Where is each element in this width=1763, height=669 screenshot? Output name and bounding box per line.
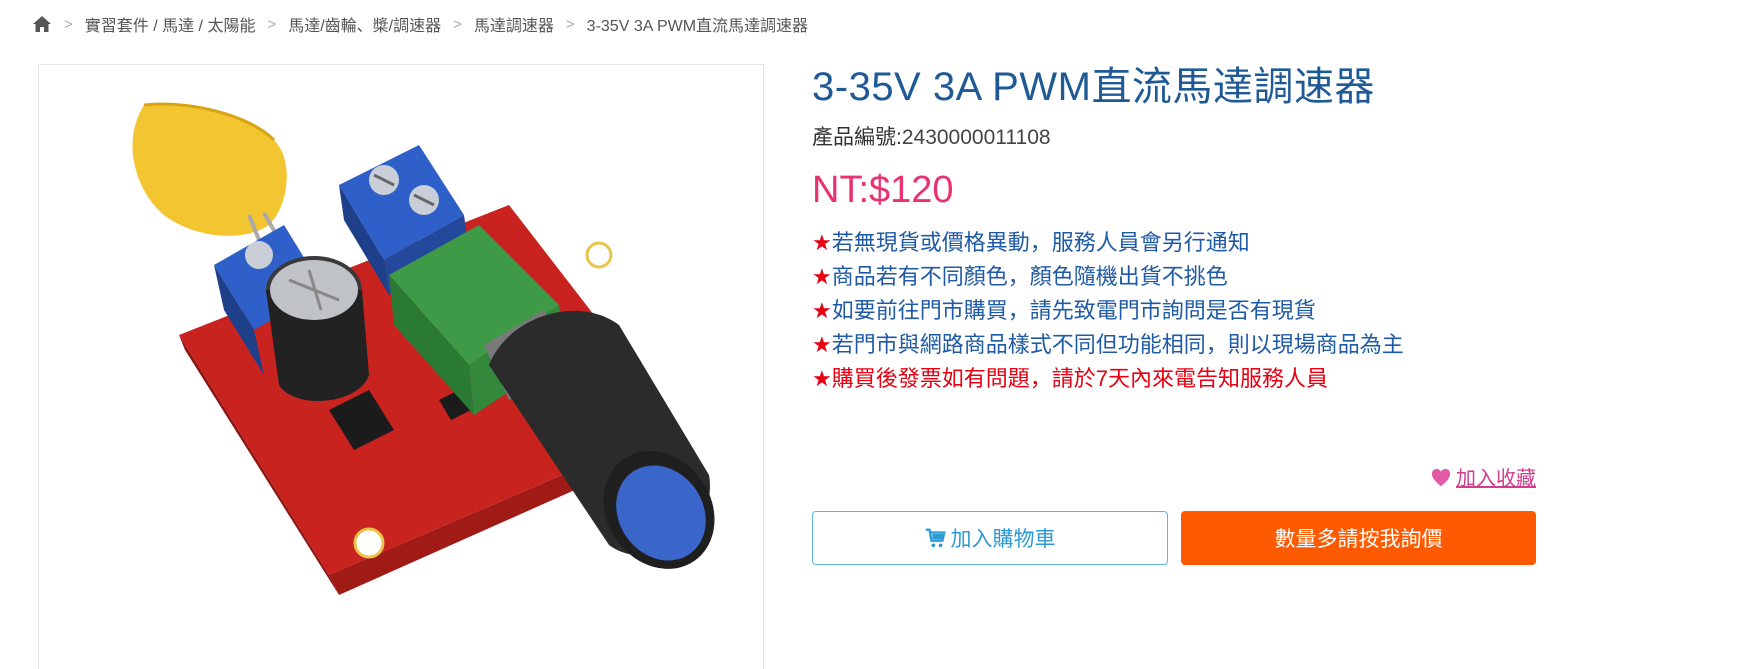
star-icon: ★ (812, 264, 832, 289)
product-sku: 產品編號:2430000011108 (812, 124, 1536, 152)
product-notes: ★若無現貨或價格異動，服務人員會另行通知 ★商品若有不同顏色，顏色隨機出貨不挑色… (812, 226, 1536, 396)
star-icon: ★ (812, 230, 832, 255)
note-text: 如要前往門市購買，請先致電門市詢問是否有現貨 (831, 298, 1316, 323)
breadcrumb-separator: > (64, 15, 73, 33)
note-item: ★購買後發票如有問題，請於7天內來電告知服務人員 (812, 362, 1536, 396)
breadcrumb-separator: > (565, 15, 575, 33)
breadcrumb-item-motor-gear[interactable]: 馬達/齒輪、槳/調速器 (288, 12, 441, 36)
bulk-inquiry-button[interactable]: 數量多請按我詢價 (1181, 511, 1536, 565)
cart-label: 加入購物車 (950, 528, 1056, 551)
breadcrumb-item-current: 3-35V 3A PWM直流馬達調速器 (586, 18, 809, 35)
star-icon: ★ (812, 298, 832, 323)
note-text: 商品若有不同顏色，顏色隨機出貨不挑色 (831, 264, 1228, 289)
favorite-label: 加入收藏 (1456, 468, 1536, 490)
sku-value: 2430000011108 (901, 126, 1051, 149)
product-title: 3-35V 3A PWM直流馬達調速器 (812, 65, 1375, 109)
breadcrumb-separator: > (267, 15, 277, 33)
product-image[interactable] (38, 64, 764, 669)
breadcrumb: > 實習套件 / 馬達 / 太陽能 > 馬達/齒輪、槳/調速器 > 馬達調速器 … (32, 12, 808, 36)
add-to-favorites-link[interactable]: 加入收藏 (1430, 462, 1536, 491)
product-photo (132, 102, 715, 595)
note-item: ★商品若有不同顏色，顏色隨機出貨不挑色 (812, 260, 1536, 294)
product-info: 3-35V 3A PWM直流馬達調速器 產品編號:2430000011108 N… (812, 60, 1536, 565)
note-text: 若門市與網路商品樣式不同但功能相同，則以現場商品為主 (831, 332, 1404, 357)
star-icon: ★ (812, 366, 832, 391)
breadcrumb-item-speed-controller[interactable]: 馬達調速器 (474, 12, 554, 36)
note-text: 若無現貨或價格異動，服務人員會另行通知 (831, 230, 1250, 255)
add-to-cart-button[interactable]: 加入購物車 (812, 511, 1168, 565)
action-buttons: 加入購物車 數量多請按我詢價 (812, 511, 1536, 565)
heart-icon (1431, 468, 1451, 486)
breadcrumb-separator: > (453, 15, 462, 33)
sku-label: 產品編號: (812, 126, 902, 149)
product-price: NT:$120 (812, 169, 954, 211)
breadcrumb-item-kits[interactable]: 實習套件 / 馬達 / 太陽能 (85, 12, 256, 36)
cart-icon (925, 528, 946, 548)
note-text: 購買後發票如有問題，請於7天內來電告知服務人員 (831, 366, 1328, 391)
note-item: ★如要前往門市購買，請先致電門市詢問是否有現貨 (812, 294, 1536, 328)
note-item: ★若無現貨或價格異動，服務人員會另行通知 (812, 226, 1536, 260)
note-item: ★若門市與網路商品樣式不同但功能相同，則以現場商品為主 (812, 328, 1536, 362)
star-icon: ★ (812, 332, 832, 357)
inquiry-label: 數量多請按我詢價 (1274, 528, 1443, 551)
home-icon[interactable] (32, 14, 52, 34)
